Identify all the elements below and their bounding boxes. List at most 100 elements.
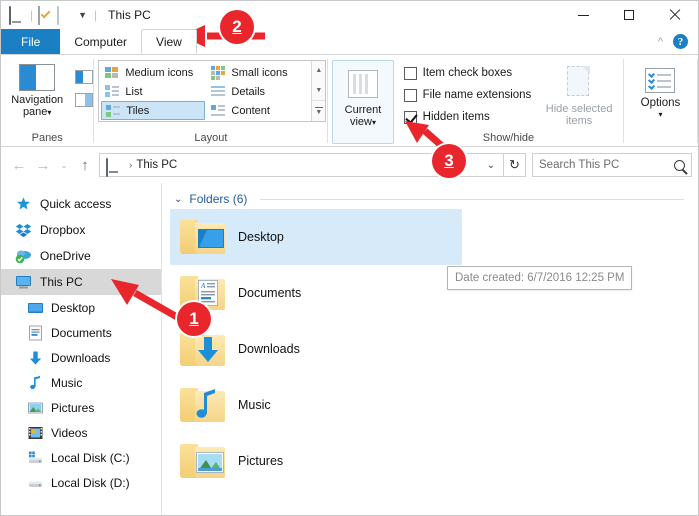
- navigation-pane-button[interactable]: Navigation pane▾: [6, 60, 68, 119]
- layout-gallery[interactable]: Medium icons List Tiles Small icons Deta…: [98, 60, 327, 122]
- group-header-folders[interactable]: ⌄ Folders (6): [162, 183, 698, 207]
- sidebar-item-label: Music: [51, 375, 83, 390]
- chevron-down-icon[interactable]: ▾: [641, 109, 681, 121]
- close-button[interactable]: [652, 1, 698, 29]
- preview-pane-button[interactable]: [75, 70, 94, 84]
- tile-downloads[interactable]: Downloads: [170, 321, 462, 377]
- window-controls: [560, 1, 698, 29]
- new-folder-icon[interactable]: [57, 6, 73, 25]
- item-check-boxes-checkbox[interactable]: [403, 66, 417, 80]
- file-name-extensions-checkbox[interactable]: [403, 88, 417, 102]
- sidebar-item-videos[interactable]: Videos: [1, 420, 161, 445]
- layout-gallery-column-1: Medium icons List Tiles: [99, 61, 206, 121]
- forward-button[interactable]: →: [31, 153, 55, 177]
- content-icon: [210, 103, 226, 118]
- navigation-pane[interactable]: Quick access Dropbox OneDrive This PC De…: [1, 183, 162, 515]
- refresh-button[interactable]: ↻: [504, 153, 526, 177]
- layout-option-label: Medium icons: [125, 66, 194, 79]
- hide-selected-items-button[interactable]: Hide selected items: [540, 60, 618, 127]
- search-input[interactable]: Search This PC: [539, 159, 674, 171]
- gallery-scroll-down-button[interactable]: ▼: [312, 81, 325, 101]
- sidebar-item-label: Local Disk (D:): [51, 475, 130, 490]
- tab-file[interactable]: File: [1, 29, 61, 54]
- file-name-extensions-row[interactable]: File name extensions: [398, 84, 531, 106]
- ribbon: Navigation pane▾ Panes Medium icons List…: [1, 54, 698, 147]
- minimize-button[interactable]: [560, 1, 606, 29]
- this-pc-icon: [15, 274, 32, 290]
- tile-label: Pictures: [238, 454, 284, 468]
- options-label: Options: [640, 97, 681, 109]
- sidebar-item-label: Videos: [51, 425, 88, 440]
- sidebar-item-downloads[interactable]: Downloads: [1, 345, 161, 370]
- up-button[interactable]: ↑: [73, 153, 97, 177]
- sidebar-item-onedrive[interactable]: OneDrive: [1, 243, 161, 269]
- group-header-label: Folders (6): [189, 192, 248, 206]
- panes-group-label: Panes: [31, 132, 63, 144]
- navigation-pane-label-1: Navigation: [11, 94, 64, 106]
- layout-option-list[interactable]: List: [101, 82, 205, 101]
- help-icon[interactable]: ?: [673, 34, 688, 49]
- chevron-down-icon[interactable]: ▾: [47, 108, 51, 117]
- layout-option-content[interactable]: Content: [207, 101, 311, 120]
- file-explorer-window: | ▼ | This PC File Computer View ^ ? Nav…: [0, 0, 699, 516]
- options-button[interactable]: Options ▾: [628, 60, 692, 121]
- chevron-down-icon[interactable]: ⌄: [174, 194, 182, 205]
- explorer-body: Quick access Dropbox OneDrive This PC De…: [1, 183, 698, 515]
- options-icon: [645, 68, 676, 93]
- tab-computer[interactable]: Computer: [60, 29, 141, 54]
- path-dropdown-icon[interactable]: ⌄: [481, 160, 501, 171]
- chevron-down-icon[interactable]: ▾: [372, 118, 376, 127]
- list-icon: [104, 84, 120, 99]
- downloads-icon: [27, 350, 44, 366]
- gallery-more-button[interactable]: ▼: [312, 100, 326, 121]
- current-view-button[interactable]: Current view▾: [331, 60, 394, 144]
- customize-chevron-icon[interactable]: ▼: [76, 10, 89, 20]
- tile-desktop[interactable]: Desktop: [170, 209, 462, 265]
- breadcrumb-this-pc[interactable]: This PC: [136, 159, 177, 171]
- folder-desktop-icon: [180, 218, 226, 256]
- back-button[interactable]: ←: [7, 153, 31, 177]
- tab-view[interactable]: View: [141, 29, 197, 54]
- hide-selected-label-1: Hide selected: [545, 103, 613, 115]
- sidebar-item-local-disk-c[interactable]: Local Disk (C:): [1, 445, 161, 470]
- qat-divider: |: [30, 8, 34, 22]
- sidebar-item-label: This PC: [40, 275, 83, 289]
- sidebar-item-local-disk-d[interactable]: Local Disk (D:): [1, 470, 161, 495]
- sidebar-item-label: Quick access: [40, 197, 112, 211]
- layout-option-small-icons[interactable]: Small icons: [207, 63, 311, 82]
- annotation-badge-3: 3: [432, 144, 466, 178]
- layout-gallery-scrollbar[interactable]: ▲ ▼ ▼: [311, 61, 326, 121]
- sidebar-item-pictures[interactable]: Pictures: [1, 395, 161, 420]
- sidebar-item-dropbox[interactable]: Dropbox: [1, 217, 161, 243]
- tile-documents[interactable]: A Documents: [170, 265, 462, 321]
- window-title: This PC: [108, 8, 151, 22]
- gallery-scroll-up-button[interactable]: ▲: [312, 61, 325, 81]
- breadcrumb-separator[interactable]: ›: [129, 160, 132, 171]
- file-list-pane[interactable]: ⌄ Folders (6) Desktop A Documents Downlo…: [162, 183, 698, 515]
- item-check-boxes-row[interactable]: Item check boxes: [398, 62, 512, 84]
- tile-pictures[interactable]: Pictures: [170, 433, 462, 489]
- layout-option-tiles[interactable]: Tiles: [101, 101, 206, 120]
- ribbon-divider-4: [697, 59, 698, 143]
- recent-locations-button[interactable]: ⌄: [55, 153, 73, 177]
- hide-selected-items-icon: [564, 66, 594, 100]
- sidebar-item-quick-access[interactable]: Quick access: [1, 191, 161, 217]
- dropbox-icon: [15, 222, 32, 238]
- maximize-button[interactable]: [606, 1, 652, 29]
- item-check-boxes-label: Item check boxes: [422, 67, 513, 79]
- properties-icon[interactable]: [38, 6, 54, 25]
- this-pc-icon[interactable]: [9, 6, 25, 25]
- small-icons-icon: [210, 65, 226, 80]
- search-box[interactable]: Search This PC: [532, 153, 692, 177]
- annotation-badge-2: 2: [220, 10, 254, 44]
- search-icon[interactable]: [674, 159, 685, 171]
- tile-music[interactable]: Music: [170, 377, 462, 433]
- tile-label: Desktop: [238, 230, 284, 244]
- details-pane-button[interactable]: [75, 93, 94, 107]
- layout-option-details[interactable]: Details: [207, 82, 311, 101]
- collapse-ribbon-icon[interactable]: ^: [658, 36, 663, 48]
- layout-option-label: Content: [231, 104, 270, 117]
- sidebar-item-music[interactable]: Music: [1, 370, 161, 395]
- layout-option-medium-icons[interactable]: Medium icons: [101, 63, 205, 82]
- quick-access-toolbar: | ▼ | This PC: [1, 6, 151, 25]
